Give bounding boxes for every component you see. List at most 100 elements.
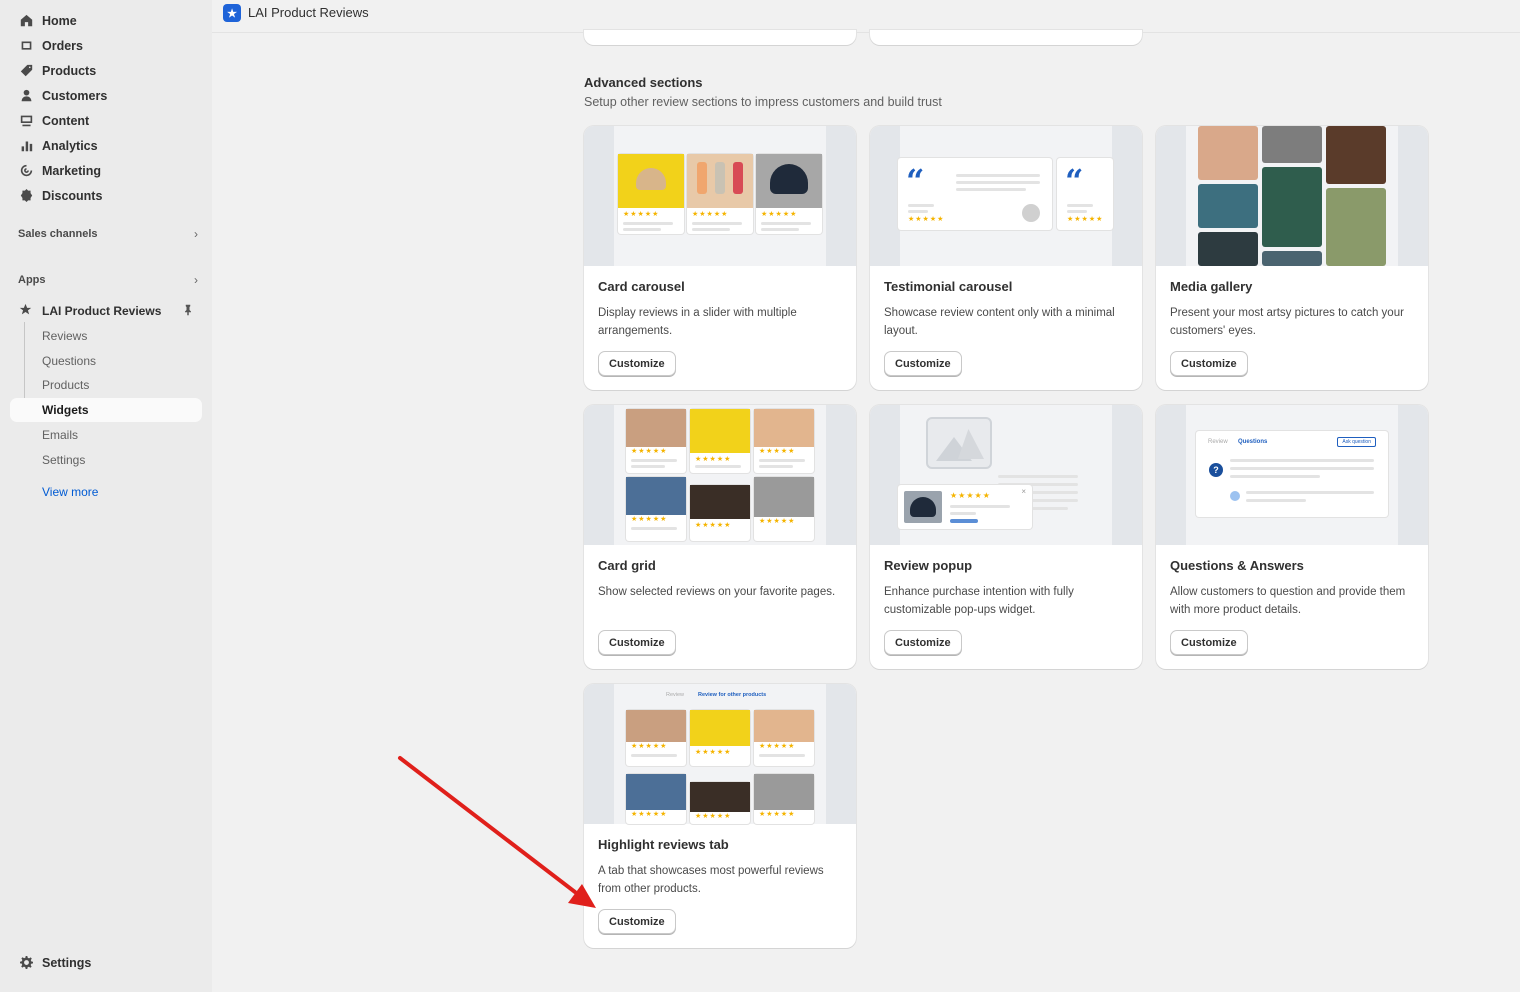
nav-content[interactable]: Content	[10, 108, 202, 133]
customize-button[interactable]: Customize	[598, 351, 676, 376]
nav-customers[interactable]: Customers	[10, 83, 202, 108]
gallery-photo	[1198, 126, 1258, 180]
preview-review-card: ★★★★★	[754, 774, 814, 824]
preview-testimonial: “ ★★★★★	[898, 158, 1052, 230]
nav-orders[interactable]: Orders	[10, 33, 202, 58]
sub-item-settings[interactable]: Settings	[10, 448, 202, 472]
view-more-link[interactable]: View more	[42, 485, 98, 499]
preview-review-card: ★★★★★	[690, 782, 750, 824]
card-title: Highlight reviews tab	[598, 837, 729, 852]
gallery-photo	[1198, 184, 1258, 228]
card-description: Allow customers to question and provide …	[1170, 586, 1406, 616]
sales-channels-header[interactable]: Sales channels ›	[18, 227, 198, 241]
nav-label: Discounts	[42, 188, 103, 203]
app-name-label: LAI Product Reviews	[42, 304, 162, 318]
customize-button[interactable]: Customize	[884, 630, 962, 655]
nav-label: Content	[42, 113, 90, 128]
tag-icon	[19, 64, 33, 78]
gallery-photo	[1262, 126, 1322, 163]
preview-review-card: ★★★★★	[618, 154, 684, 234]
chevron-right-icon: ›	[194, 273, 198, 287]
card-title: Media gallery	[1170, 279, 1253, 294]
app-topbar: ★ LAI Product Reviews	[212, 0, 1520, 33]
pin-icon[interactable]	[182, 304, 194, 319]
app-lai-product-reviews[interactable]: LAI Product Reviews	[10, 299, 202, 323]
previous-card-bottom	[584, 30, 856, 45]
preview-qa-widget: Review Questions Ask question ?	[1196, 431, 1388, 517]
card-grid-preview: ★★★★★ ★★★★★ ★★★★★ ★★★★★ ★★★★★ ★★★★★	[584, 405, 856, 545]
apps-header[interactable]: Apps ›	[18, 273, 198, 287]
customize-button[interactable]: Customize	[1170, 351, 1248, 376]
nav-label: Home	[42, 13, 77, 28]
preview-review-card: ★★★★★	[690, 409, 750, 473]
nav-marketing[interactable]: Marketing	[10, 158, 202, 183]
preview-testimonial: “ ★★★★★	[1057, 158, 1113, 230]
review-popup-preview: ★★★★★ ×	[870, 405, 1142, 545]
gallery-photo	[1262, 167, 1322, 247]
customize-button[interactable]: Customize	[598, 909, 676, 934]
sub-item-widgets[interactable]: Widgets	[10, 398, 202, 422]
preview-review-card: ★★★★★	[626, 774, 686, 824]
customize-button[interactable]: Customize	[598, 630, 676, 655]
nav-label: Settings	[42, 955, 92, 970]
discount-icon	[19, 189, 33, 203]
card-description: A tab that showcases most powerful revie…	[598, 865, 824, 895]
sub-item-emails[interactable]: Emails	[10, 423, 202, 447]
highlight-tab-other: Review for other products	[698, 692, 767, 698]
nav-label: Analytics	[42, 138, 98, 153]
widget-card-review-popup: ★★★★★ × Review popup Enhance purchase in…	[870, 405, 1142, 669]
sub-item-products[interactable]: Products	[10, 373, 202, 397]
previous-card-bottom	[870, 30, 1142, 45]
preview-review-card: ★★★★★	[626, 477, 686, 541]
orders-icon	[19, 39, 33, 53]
preview-review-card: ★★★★★	[690, 710, 750, 766]
sub-item-questions[interactable]: Questions	[10, 349, 202, 373]
qa-ask-button: Ask question	[1337, 437, 1376, 447]
nav-label: Orders	[42, 38, 83, 53]
testimonial-carousel-preview: “ ★★★★★ “ ★★★★★	[870, 126, 1142, 266]
section-title: Advanced sections	[584, 75, 703, 90]
gallery-photo	[1262, 251, 1322, 266]
nav-settings[interactable]: Settings	[10, 950, 202, 975]
card-title: Card grid	[598, 558, 656, 573]
section-subtitle: Setup other review sections to impress c…	[584, 95, 942, 109]
card-description: Enhance purchase intention with fully cu…	[884, 586, 1074, 616]
home-icon	[19, 14, 33, 28]
preview-review-card: ★★★★★	[754, 477, 814, 541]
card-description: Showcase review content only with a mini…	[884, 307, 1115, 337]
nav-label: Marketing	[42, 163, 102, 178]
gallery-photo	[1326, 126, 1386, 184]
nav-analytics[interactable]: Analytics	[10, 133, 202, 158]
questions-answers-preview: Review Questions Ask question ?	[1156, 405, 1428, 545]
customize-button[interactable]: Customize	[884, 351, 962, 376]
gallery-photo	[1198, 232, 1258, 266]
nav-discounts[interactable]: Discounts	[10, 183, 202, 208]
nav-home[interactable]: Home	[10, 8, 202, 33]
card-description: Show selected reviews on your favorite p…	[598, 586, 836, 598]
question-mark-icon: ?	[1209, 463, 1223, 477]
app-logo-icon: ★	[223, 4, 241, 22]
widget-card-highlight-reviews-tab: Review Review for other products ★★★★★ ★…	[584, 684, 856, 948]
gear-icon	[19, 956, 33, 970]
card-description: Present your most artsy pictures to catc…	[1170, 307, 1404, 337]
person-icon	[19, 89, 33, 103]
preview-review-card: ★★★★★	[626, 710, 686, 766]
customize-button[interactable]: Customize	[1170, 630, 1248, 655]
nav-products[interactable]: Products	[10, 58, 202, 83]
preview-review-card: ★★★★★	[754, 710, 814, 766]
card-title: Questions & Answers	[1170, 558, 1304, 573]
preview-review-card: ★★★★★	[690, 485, 750, 541]
target-icon	[19, 164, 33, 178]
app-title: LAI Product Reviews	[248, 5, 369, 20]
sidebar: Home Orders Products Customers Content A…	[0, 0, 212, 992]
card-carousel-preview: ★★★★★ ★★★★★ ★★★★★	[584, 126, 856, 266]
widget-card-card-carousel: ★★★★★ ★★★★★ ★★★★★ Card carousel Display …	[584, 126, 856, 390]
qa-tab-questions: Questions	[1238, 439, 1268, 445]
preview-popup: ★★★★★ ×	[898, 485, 1032, 529]
widget-card-card-grid: ★★★★★ ★★★★★ ★★★★★ ★★★★★ ★★★★★ ★★★★★ Card…	[584, 405, 856, 669]
sub-item-reviews[interactable]: Reviews	[10, 324, 202, 348]
image-placeholder-icon	[926, 417, 992, 469]
apps-label: Apps	[18, 274, 46, 286]
highlight-tab-review: Review	[666, 692, 685, 698]
nav-label: Products	[42, 63, 97, 78]
